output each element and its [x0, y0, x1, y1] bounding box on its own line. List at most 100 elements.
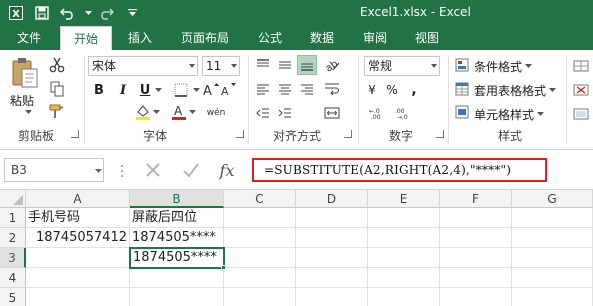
undo-icon[interactable] [58, 3, 78, 23]
number-launcher-icon[interactable] [436, 130, 444, 138]
font-size-dropdown[interactable]: 11 [202, 56, 240, 76]
comma-button[interactable]: , [406, 81, 422, 99]
fill-color-icon[interactable] [134, 102, 152, 122]
cell-e3[interactable] [368, 248, 440, 268]
tab-data[interactable]: 数据 [300, 26, 344, 50]
format-as-table-icon[interactable] [454, 81, 470, 97]
align-middle-icon[interactable] [276, 56, 294, 74]
font-name-dropdown[interactable]: 宋体 [88, 56, 198, 76]
fill-handle[interactable] [221, 265, 226, 270]
cell-e2[interactable] [368, 228, 440, 248]
row-header-5[interactable]: 5 [0, 288, 26, 306]
currency-button[interactable]: ¥ [364, 81, 380, 99]
cell-d5[interactable] [296, 288, 368, 306]
cell-a4[interactable] [26, 268, 130, 288]
cell-a2[interactable]: 18745057412 [26, 228, 130, 248]
wrap-text-icon[interactable] [322, 80, 342, 98]
cell-b3[interactable]: 1874505**** [129, 247, 225, 269]
increase-decimal-icon[interactable]: ←.0.00 [368, 104, 390, 122]
row-header-2[interactable]: 2 [0, 228, 26, 248]
cell-b2[interactable]: 1874505**** [130, 228, 224, 248]
undo-dropdown-icon[interactable] [84, 3, 92, 23]
column-header-f[interactable]: F [440, 190, 512, 208]
italic-button[interactable]: I [116, 81, 130, 99]
cell-d1[interactable] [296, 208, 368, 228]
paste-dropdown-icon[interactable] [22, 108, 34, 116]
column-header-g[interactable]: G [512, 190, 593, 208]
format-cells-icon[interactable] [572, 106, 590, 122]
save-icon[interactable] [32, 3, 52, 23]
borders-icon[interactable] [172, 81, 190, 99]
redo-icon[interactable] [96, 3, 116, 23]
format-painter-icon[interactable] [48, 102, 66, 120]
cell-e4[interactable] [368, 268, 440, 288]
cell-d4[interactable] [296, 268, 368, 288]
align-top-icon[interactable] [254, 56, 272, 74]
conditional-format-icon[interactable] [454, 57, 470, 73]
decrease-indent-icon[interactable] [254, 104, 272, 122]
cell-g1[interactable] [512, 208, 593, 228]
cell-styles-label[interactable]: 单元格样式 [474, 106, 534, 123]
format-as-table-label[interactable]: 套用表格格式 [474, 82, 546, 99]
cell-a3[interactable] [26, 248, 130, 268]
increase-indent-icon[interactable] [276, 104, 294, 122]
cell-b1[interactable]: 屏蔽后四位 [130, 208, 224, 228]
cell-c5[interactable] [224, 288, 296, 306]
cell-c1[interactable] [224, 208, 296, 228]
cell-g5[interactable] [512, 288, 593, 306]
increase-font-icon[interactable]: A [203, 80, 219, 98]
underline-button[interactable]: U [138, 81, 152, 99]
cell-f5[interactable] [440, 288, 512, 306]
alignment-launcher-icon[interactable] [344, 130, 352, 138]
align-right-icon[interactable] [298, 80, 316, 98]
cell-c4[interactable] [224, 268, 296, 288]
row-header-4[interactable]: 4 [0, 268, 26, 288]
tab-page-layout[interactable]: 页面布局 [172, 26, 238, 50]
name-box-dropdown-icon[interactable] [94, 168, 102, 174]
bold-button[interactable]: B [92, 81, 106, 99]
tab-view[interactable]: 视图 [405, 26, 449, 50]
align-center-icon[interactable] [276, 80, 294, 98]
cell-f1[interactable] [440, 208, 512, 228]
tab-formulas[interactable]: 公式 [248, 26, 292, 50]
cell-e5[interactable] [368, 288, 440, 306]
cell-c3[interactable] [224, 248, 296, 268]
cancel-entry-icon[interactable] [140, 158, 166, 182]
percent-button[interactable]: % [384, 81, 400, 99]
select-all-corner[interactable] [0, 190, 26, 208]
delete-cells-icon[interactable] [572, 82, 590, 98]
cell-g2[interactable] [512, 228, 593, 248]
cell-a5[interactable] [26, 288, 130, 306]
column-header-d[interactable]: D [296, 190, 368, 208]
column-header-c[interactable]: C [224, 190, 296, 208]
font-color-icon[interactable]: A [170, 102, 188, 122]
tab-review[interactable]: 审阅 [353, 26, 397, 50]
column-header-e[interactable]: E [368, 190, 440, 208]
name-box[interactable]: B3 [4, 158, 104, 182]
row-header-3[interactable]: 3 [0, 248, 26, 268]
cell-a1[interactable]: 手机号码 [26, 208, 130, 228]
tab-insert[interactable]: 插入 [118, 26, 162, 50]
fill-dropdown-icon[interactable] [152, 108, 160, 116]
borders-dropdown-icon[interactable] [192, 86, 200, 94]
row-header-1[interactable]: 1 [0, 208, 26, 228]
phonetic-guide-button[interactable]: wén [202, 104, 230, 122]
cell-f4[interactable] [440, 268, 512, 288]
cell-d3[interactable] [296, 248, 368, 268]
merge-center-icon[interactable] [322, 104, 342, 122]
cell-f3[interactable] [440, 248, 512, 268]
confirm-entry-icon[interactable] [178, 158, 204, 182]
align-left-icon[interactable] [254, 80, 272, 98]
column-header-b[interactable]: B [130, 190, 224, 208]
formula-input[interactable]: =SUBSTITUTE(A2,RIGHT(A2,4),"****") [252, 158, 547, 182]
orientation-icon[interactable]: ab [322, 56, 342, 74]
customize-qat-icon[interactable] [122, 3, 142, 23]
number-format-dropdown[interactable]: 常规 [364, 56, 440, 76]
paste-icon[interactable] [8, 56, 42, 92]
cut-icon[interactable] [48, 56, 66, 74]
cell-g3[interactable] [512, 248, 593, 268]
cell-styles-icon[interactable] [454, 104, 470, 120]
font-color-dropdown-icon[interactable] [188, 108, 196, 116]
decrease-decimal-icon[interactable]: .00 →.0 [394, 104, 416, 122]
insert-cells-icon[interactable] [572, 58, 590, 74]
